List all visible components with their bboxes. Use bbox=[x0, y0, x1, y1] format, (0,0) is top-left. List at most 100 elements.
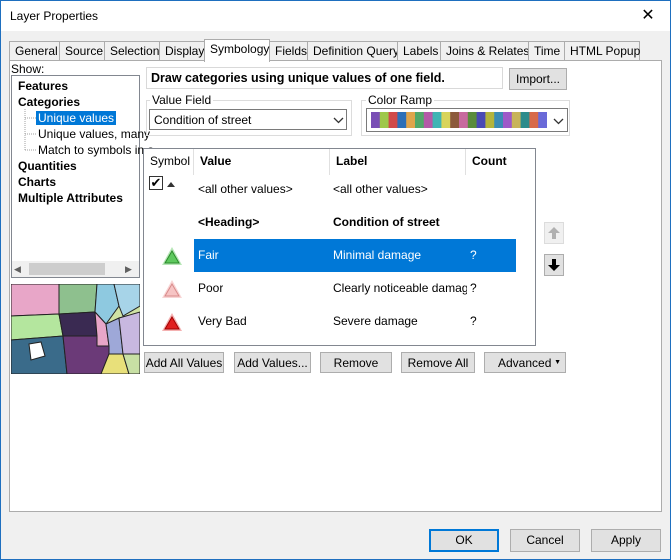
color-ramp-swatch bbox=[406, 112, 416, 128]
color-ramp-swatch bbox=[432, 112, 442, 128]
cancel-button[interactable]: Cancel bbox=[510, 529, 580, 552]
cell-value: Poor bbox=[198, 281, 224, 295]
renderer-tree: Features Categories Unique values Unique… bbox=[11, 75, 154, 278]
remove-button[interactable]: Remove bbox=[320, 352, 392, 373]
remove-all-button[interactable]: Remove All bbox=[401, 352, 475, 373]
column-header-value[interactable]: Value bbox=[194, 149, 330, 175]
column-header-symbol[interactable]: Symbol bbox=[144, 149, 194, 175]
color-ramp-swatch bbox=[529, 112, 539, 128]
cell-value: <all other values> bbox=[198, 182, 293, 196]
cell-label: <all other values> bbox=[333, 182, 428, 196]
tab-definition-query[interactable]: Definition Query bbox=[307, 41, 399, 61]
cell-count: ? bbox=[470, 314, 477, 328]
color-ramp-swatch bbox=[476, 112, 486, 128]
arrow-up-icon bbox=[548, 227, 560, 239]
color-ramp-swatch bbox=[538, 112, 547, 128]
advanced-button-label: Advanced bbox=[498, 356, 552, 370]
color-ramp-swatch bbox=[450, 112, 460, 128]
color-ramp-swatch bbox=[371, 112, 381, 128]
color-ramp-swatch bbox=[459, 112, 469, 128]
tab-selection[interactable]: Selection bbox=[104, 41, 160, 61]
tab-fields[interactable]: Fields bbox=[269, 41, 308, 61]
window-title: Layer Properties bbox=[10, 9, 99, 23]
color-ramp-dropdown[interactable] bbox=[366, 108, 568, 132]
show-label: Show: bbox=[11, 62, 45, 76]
scrollbar-thumb[interactable] bbox=[29, 263, 105, 275]
cell-value: <Heading> bbox=[198, 215, 260, 229]
scroll-left-icon[interactable]: ◀ bbox=[14, 264, 24, 274]
close-icon[interactable]: ✕ bbox=[636, 5, 660, 27]
tree-item-charts[interactable]: Charts bbox=[18, 175, 56, 189]
add-all-values-button[interactable]: Add All Values bbox=[144, 352, 224, 373]
tree-item-unique-values-many[interactable]: Unique values, many bbox=[38, 127, 150, 141]
value-field-label: Value Field bbox=[150, 93, 214, 107]
color-ramp-swatch bbox=[494, 112, 504, 128]
symbol-class-table: Symbol Value Label Count ✔ <all other va… bbox=[143, 148, 536, 346]
tab-labels[interactable]: Labels bbox=[397, 41, 441, 61]
arrow-down-icon bbox=[548, 259, 560, 271]
color-ramp-swatch bbox=[423, 112, 434, 128]
tab-symbology[interactable]: Symbology bbox=[204, 39, 270, 62]
color-ramp-label: Color Ramp bbox=[366, 93, 435, 107]
chevron-down-icon bbox=[333, 117, 344, 124]
tree-item-multiple-attributes[interactable]: Multiple Attributes bbox=[18, 191, 123, 205]
value-field-dropdown[interactable]: Condition of street bbox=[149, 109, 347, 130]
tab-strip: General Source Selection Display Symbolo… bbox=[9, 39, 662, 62]
color-ramp-swatch bbox=[415, 112, 425, 128]
import-button[interactable]: Import... bbox=[509, 68, 567, 90]
color-ramp-swatch bbox=[379, 112, 390, 128]
tree-item-unique-values[interactable]: Unique values bbox=[36, 111, 117, 125]
table-row[interactable]: Very Bad Severe damage ? bbox=[144, 305, 535, 338]
color-ramp-swatch bbox=[511, 112, 522, 128]
tree-item-match-to-symbols[interactable]: Match to symbols in a bbox=[38, 143, 154, 157]
states-map-image bbox=[11, 284, 140, 374]
tree-item-features[interactable]: Features bbox=[18, 79, 68, 93]
table-row[interactable]: Poor Clearly noticeable damage, r ? bbox=[144, 272, 535, 305]
triangle-pink-icon[interactable] bbox=[161, 279, 183, 299]
tab-source[interactable]: Source bbox=[59, 41, 105, 61]
color-ramp-swatch bbox=[441, 112, 451, 128]
chevron-down-icon bbox=[553, 118, 564, 125]
table-row[interactable]: ✔ <all other values> <all other values> bbox=[144, 173, 535, 206]
tab-general[interactable]: General bbox=[9, 41, 60, 61]
dropdown-arrow-icon: ▼ bbox=[554, 359, 561, 366]
scroll-right-icon[interactable]: ▶ bbox=[125, 264, 135, 274]
triangle-green-icon[interactable] bbox=[161, 246, 183, 266]
cell-count: ? bbox=[470, 248, 477, 262]
add-values-button[interactable]: Add Values... bbox=[234, 352, 311, 373]
tree-horizontal-scrollbar[interactable]: ◀ ▶ bbox=[12, 261, 139, 277]
cell-label: Severe damage bbox=[333, 314, 418, 328]
color-ramp-swatch bbox=[520, 112, 530, 128]
tab-time[interactable]: Time bbox=[528, 41, 565, 61]
title-bar: Layer Properties ✕ bbox=[1, 1, 670, 31]
tab-html-popup[interactable]: HTML Popup bbox=[564, 41, 640, 61]
table-row-heading[interactable]: <Heading> Condition of street bbox=[144, 206, 535, 239]
tab-display[interactable]: Display bbox=[159, 41, 205, 61]
value-field-selected: Condition of street bbox=[154, 113, 252, 127]
column-header-count[interactable]: Count bbox=[466, 149, 516, 175]
cell-label: Condition of street bbox=[333, 215, 440, 229]
color-ramp-swatch bbox=[388, 112, 398, 128]
map-preview bbox=[11, 284, 140, 374]
advanced-button[interactable]: Advanced ▼ bbox=[484, 352, 566, 373]
color-ramp-swatch bbox=[467, 112, 478, 128]
cell-value: Fair bbox=[198, 248, 219, 262]
tree-item-categories[interactable]: Categories bbox=[18, 95, 80, 109]
cell-label: Clearly noticeable damage, r bbox=[333, 281, 467, 295]
column-header-label[interactable]: Label bbox=[330, 149, 466, 175]
tab-joins-relates[interactable]: Joins & Relates bbox=[440, 41, 529, 61]
triangle-red-icon[interactable] bbox=[161, 312, 183, 332]
move-down-button[interactable] bbox=[544, 254, 564, 276]
color-ramp-swatch bbox=[503, 112, 513, 128]
renderer-description: Draw categories using unique values of o… bbox=[146, 67, 503, 89]
all-other-values-checkbox[interactable]: ✔ bbox=[149, 176, 163, 190]
tree-item-quantities[interactable]: Quantities bbox=[18, 159, 77, 173]
apply-button[interactable]: Apply bbox=[591, 529, 661, 552]
move-up-button[interactable] bbox=[544, 222, 564, 244]
ok-button[interactable]: OK bbox=[429, 529, 499, 552]
color-ramp-swatch bbox=[485, 112, 495, 128]
cell-value: Very Bad bbox=[198, 314, 247, 328]
cell-count: ? bbox=[470, 281, 477, 295]
color-ramp-swatches bbox=[371, 112, 547, 128]
table-row[interactable]: Fair Minimal damage ? bbox=[144, 239, 535, 272]
